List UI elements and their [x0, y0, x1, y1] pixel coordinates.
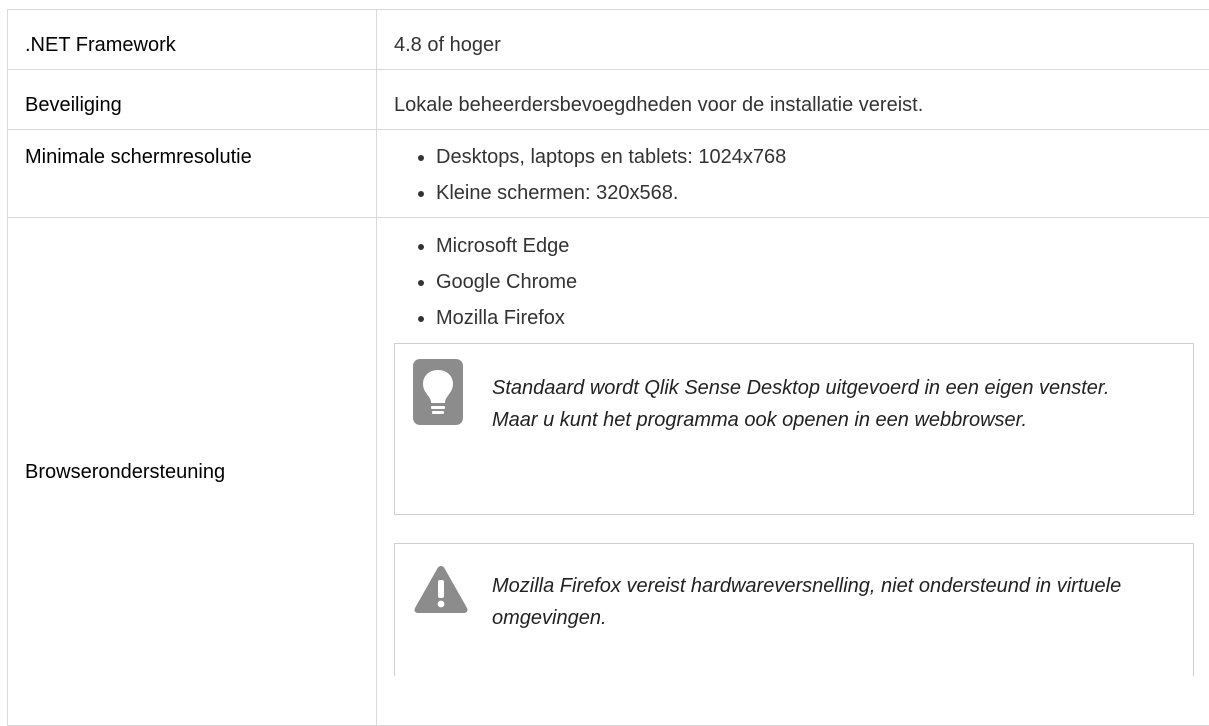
table-row: Beveiliging Lokale beheerdersbevoegdhede… — [8, 70, 1209, 130]
tip-note: Standaard wordt Qlik Sense Desktop uitge… — [394, 343, 1194, 515]
warning-text: Mozilla Firefox vereist hardwareversnell… — [492, 570, 1153, 634]
row-label: Beveiliging — [8, 70, 377, 130]
lightbulb-icon — [413, 359, 463, 432]
row-value: 4.8 of hoger — [377, 10, 1209, 70]
row-label: Browserondersteuning — [8, 218, 377, 726]
bullet-list: Desktops, laptops en tablets: 1024x768 K… — [394, 144, 1194, 206]
table-row: Minimale schermresolutie Desktops, lapto… — [8, 130, 1209, 218]
list-item: Mozilla Firefox — [436, 305, 1194, 331]
requirements-table: .NET Framework 4.8 of hoger Beveiliging … — [7, 9, 1209, 726]
tip-text: Standaard wordt Qlik Sense Desktop uitge… — [492, 372, 1153, 436]
warning-icon — [413, 564, 469, 621]
list-item: Desktops, laptops en tablets: 1024x768 — [436, 144, 1194, 170]
row-value-list: Desktops, laptops en tablets: 1024x768 K… — [377, 130, 1209, 218]
table-row: .NET Framework 4.8 of hoger — [8, 10, 1209, 70]
bullet-list: Microsoft Edge Google Chrome Mozilla Fir… — [394, 233, 1194, 331]
list-item: Kleine schermen: 320x568. — [436, 180, 1194, 206]
row-label: Minimale schermresolutie — [8, 130, 377, 218]
list-item: Google Chrome — [436, 269, 1194, 295]
row-value: Lokale beheerdersbevoegdheden voor de in… — [377, 70, 1209, 130]
row-label: .NET Framework — [8, 10, 377, 70]
list-item: Microsoft Edge — [436, 233, 1194, 259]
row-value-list: Microsoft Edge Google Chrome Mozilla Fir… — [377, 218, 1209, 726]
table-row: Browserondersteuning Microsoft Edge Goog… — [8, 218, 1209, 726]
warning-note: Mozilla Firefox vereist hardwareversnell… — [394, 543, 1194, 676]
